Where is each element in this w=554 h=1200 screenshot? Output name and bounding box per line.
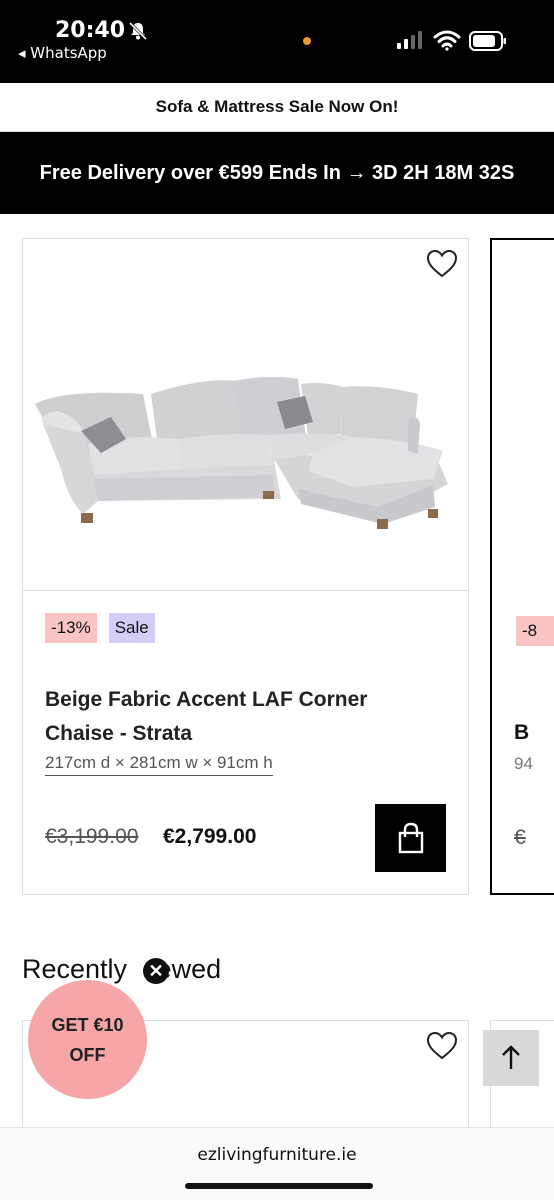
bell-muted-icon [128,21,148,41]
corner-sofa-image [35,376,448,529]
offer-line-2: OFF [69,1044,106,1065]
close-offer-icon[interactable]: ✕ [143,958,169,984]
product-dimensions: 217cm d × 281cm w × 91cm h [45,753,273,776]
status-time: 20:40 [55,18,126,43]
next-discount-badge: -8 [516,616,554,646]
next-product-card[interactable]: -8 B 94 € [490,238,554,895]
sale-price: €2,799.00 [163,825,257,848]
privacy-indicator-dot [303,37,311,45]
next-product-title[interactable]: B [514,721,529,745]
product-image[interactable] [23,239,468,591]
add-to-cart-button[interactable] [375,804,446,872]
browser-address-bar[interactable]: ezlivingfurniture.ie [0,1127,554,1200]
delivery-countdown-banner[interactable]: Free Delivery over €599 Ends In → 3D 2H … [0,132,554,214]
url-text[interactable]: ezlivingfurniture.ie [0,1145,554,1165]
status-bar: 20:40 ◂ WhatsApp [0,0,554,83]
product-badges: -13% Sale [45,613,155,643]
sale-badge: Sale [108,613,155,643]
product-title[interactable]: Beige Fabric Accent LAF Corner Chaise - … [45,683,425,751]
original-price: €3,199.00 [45,825,139,848]
next-product-price: € [514,826,526,849]
arrow-up-icon [502,1045,520,1069]
wifi-icon [433,30,461,51]
next-product-dimensions: 94 [514,754,533,773]
sale-banner[interactable]: Sofa & Mattress Sale Now On! [0,83,554,132]
cellular-signal-icon [397,31,422,49]
heart-icon[interactable] [426,249,458,279]
home-indicator[interactable] [185,1183,373,1189]
offer-line-1: GET €10 [51,1014,124,1035]
recently-viewed-text-a: Recently [22,954,135,984]
shopping-bag-icon [398,822,423,854]
discount-badge: -13% [45,613,97,643]
battery-icon [469,31,506,51]
recently-viewed-heading: Recently iewed [22,954,221,985]
back-to-app-link[interactable]: ◂ WhatsApp [18,44,107,62]
get-offer-button[interactable]: GET €10 OFF [28,980,147,1099]
scroll-to-top-button[interactable] [483,1030,539,1086]
product-card[interactable]: -13% Sale Beige Fabric Accent LAF Corner… [22,238,469,895]
heart-icon[interactable] [426,1031,458,1061]
